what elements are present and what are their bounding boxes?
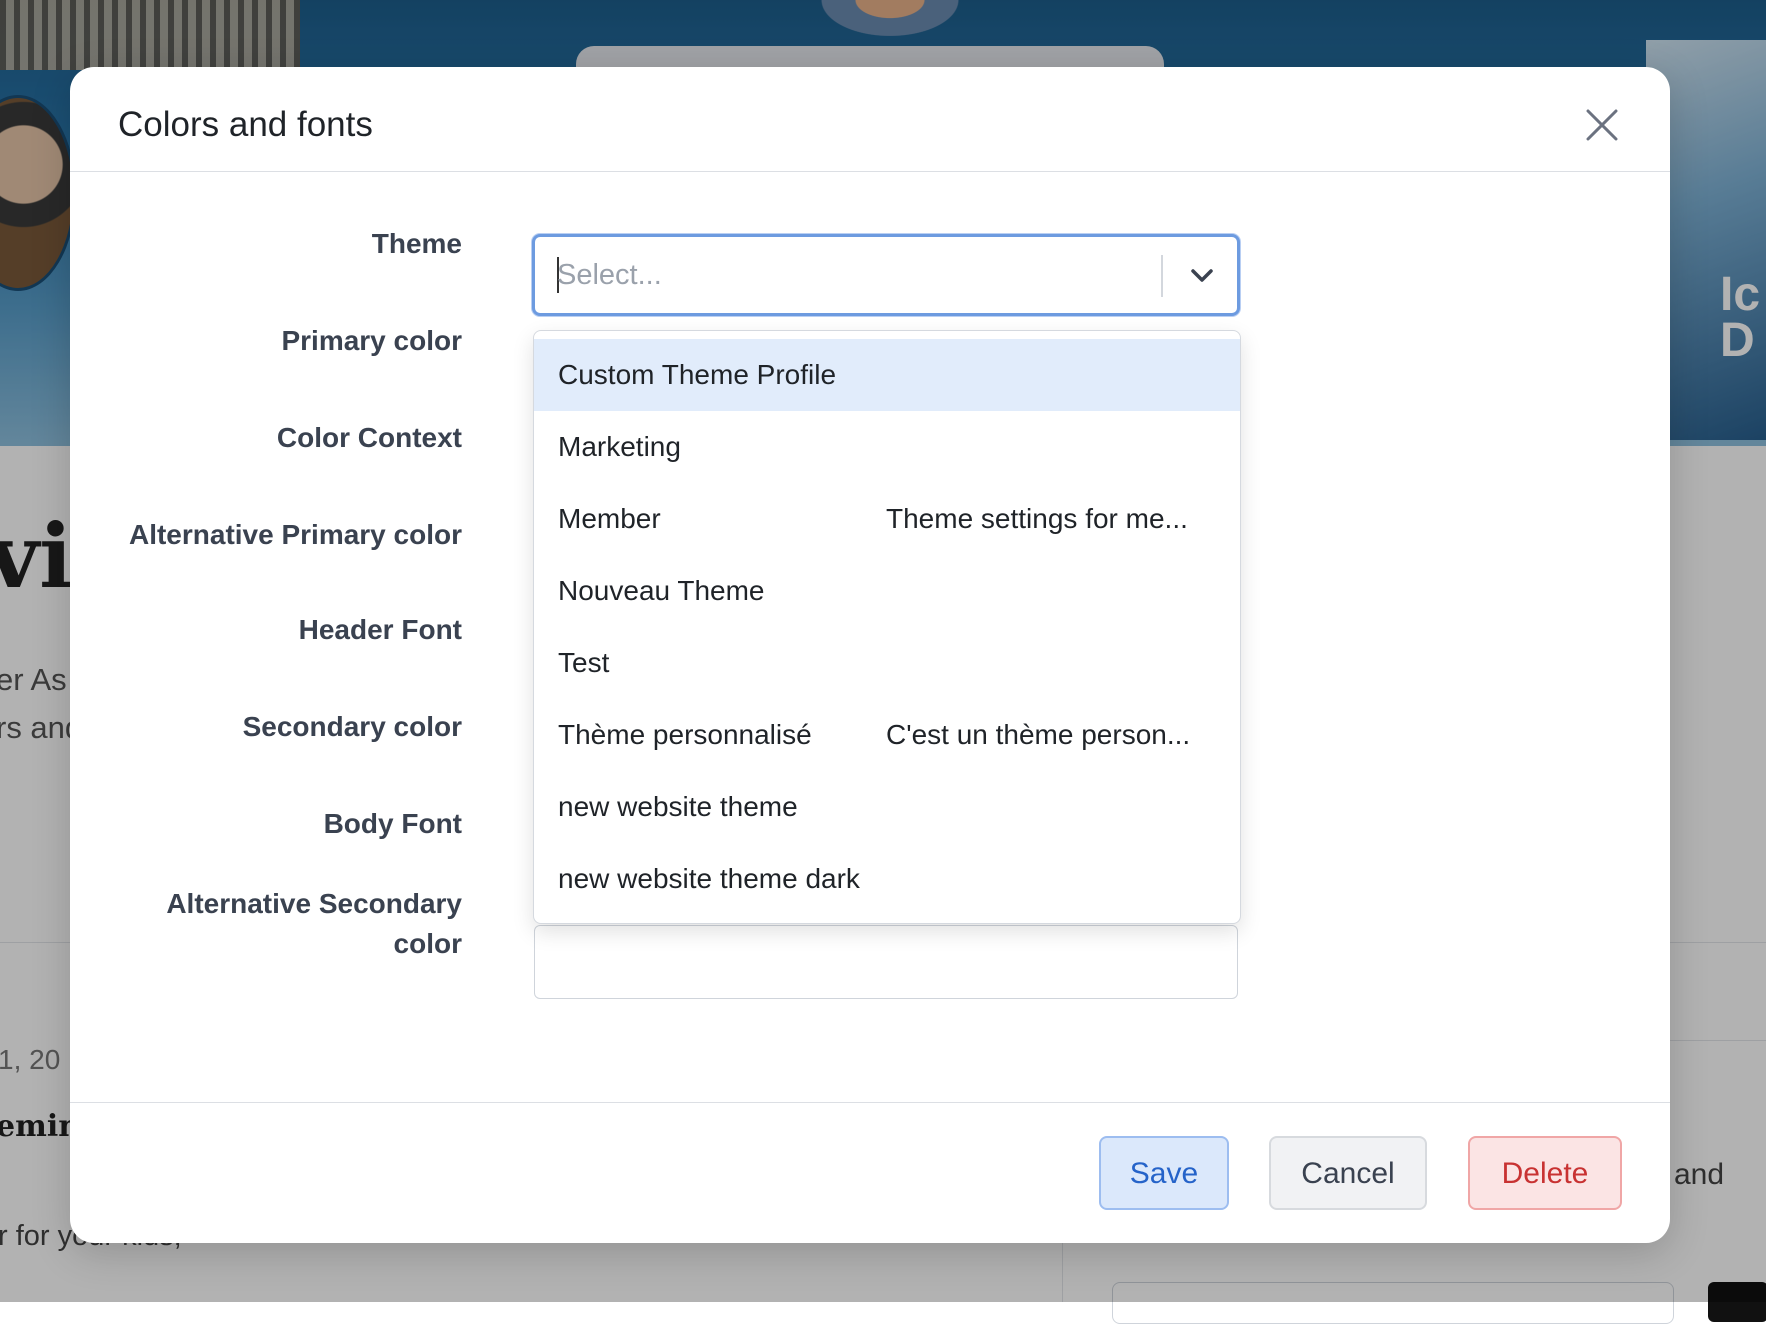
color-context-label: Color Context xyxy=(276,422,462,453)
chevron-down-icon xyxy=(1191,269,1213,282)
modal-title: Colors and fonts xyxy=(118,105,373,144)
secondary-color-label: Secondary color xyxy=(242,711,462,742)
theme-options-list: Custom Theme Profile Marketing Member Theme… xyxy=(534,339,1240,915)
theme-option-description: C'est un thème person... xyxy=(886,719,1191,750)
theme-option[interactable]: Custom Theme Profile xyxy=(534,339,1240,411)
header-font-label: Header Font xyxy=(298,614,462,645)
dropdown-toggle[interactable] xyxy=(1185,259,1219,293)
theme-option[interactable]: new website theme xyxy=(534,771,1240,843)
theme-option-description: Theme settings for me... xyxy=(886,503,1188,534)
theme-option[interactable]: Nouveau Theme xyxy=(534,555,1240,627)
alt-secondary-color-label-line1: Alternative Secondary xyxy=(166,888,462,919)
theme-label: Theme xyxy=(371,228,462,259)
alt-secondary-color-label: Alternative Secondary color xyxy=(166,884,462,964)
theme-select-placeholder: Select... xyxy=(557,259,662,291)
theme-option[interactable]: Test xyxy=(534,627,1240,699)
colors-fonts-modal: Colors and fonts Theme Primary color Col… xyxy=(70,67,1670,1243)
cancel-button[interactable]: Cancel xyxy=(1269,1136,1427,1210)
modal-header: Colors and fonts xyxy=(70,67,1670,172)
theme-option-name: Thème personnalisé xyxy=(558,719,812,750)
alt-secondary-color-field[interactable] xyxy=(534,925,1238,999)
theme-option-name: new website theme xyxy=(558,791,798,822)
theme-option-name: Custom Theme Profile xyxy=(558,359,837,390)
delete-button[interactable]: Delete xyxy=(1468,1136,1622,1210)
theme-dropdown-menu: Custom Theme Profile Marketing Member Theme… xyxy=(533,330,1241,924)
theme-option[interactable]: Thème personnalisé C'est un thème person.… xyxy=(534,699,1240,771)
primary-color-label: Primary color xyxy=(281,325,462,356)
close-icon xyxy=(1586,109,1618,141)
theme-option-name: Test xyxy=(558,647,610,678)
alt-primary-color-label: Alternative Primary color xyxy=(128,519,462,550)
footer-divider xyxy=(70,1102,1670,1103)
theme-option-name: Member xyxy=(558,503,661,534)
select-separator xyxy=(1161,255,1163,297)
theme-option[interactable]: new website theme dark xyxy=(534,843,1240,915)
theme-option-name: Marketing xyxy=(558,431,681,462)
theme-option[interactable]: Marketing xyxy=(534,411,1240,483)
close-button[interactable] xyxy=(1580,103,1624,147)
alt-secondary-color-label-line2: color xyxy=(393,928,462,959)
theme-option[interactable]: Member Theme settings for me... xyxy=(534,483,1240,555)
theme-select[interactable]: Select... xyxy=(532,234,1240,316)
body-font-label: Body Font xyxy=(323,808,462,839)
save-button[interactable]: Save xyxy=(1099,1136,1229,1210)
theme-option-name: Nouveau Theme xyxy=(558,575,765,606)
theme-option-name: new website theme dark xyxy=(558,863,860,894)
